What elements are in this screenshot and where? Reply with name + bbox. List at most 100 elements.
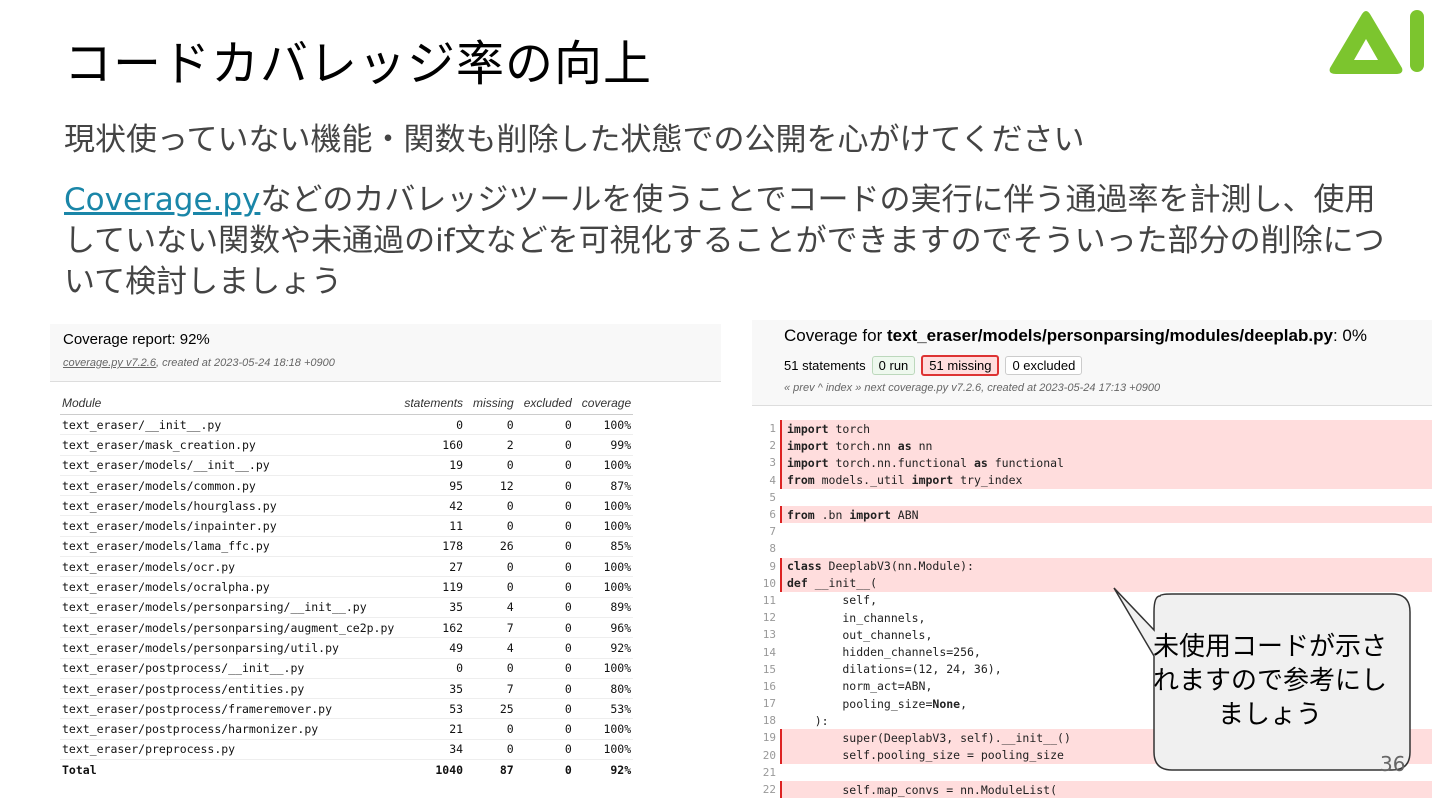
missing-toggle[interactable]: 51 missing bbox=[921, 355, 1000, 376]
cell-value: 0 bbox=[465, 495, 516, 517]
module-link[interactable]: text_eraser/models/personparsing/__init_… bbox=[60, 597, 397, 618]
module-link[interactable]: text_eraser/preprocess.py bbox=[60, 739, 397, 761]
cell-value: 92% bbox=[573, 637, 634, 659]
cell-value: 95 bbox=[396, 475, 466, 497]
source-title: Coverage for text_eraser/models/personpa… bbox=[784, 326, 1367, 346]
cell-value: 100% bbox=[573, 556, 634, 578]
table-header-row: Module statements missing excluded coverage bbox=[60, 394, 634, 415]
cell-value: 100% bbox=[573, 658, 634, 679]
line-number[interactable]: 15 bbox=[752, 663, 780, 676]
cell-value: 0 bbox=[515, 414, 574, 436]
cell-value: 0 bbox=[465, 455, 516, 476]
cell-value: 0 bbox=[465, 556, 516, 578]
line-number[interactable]: 18 bbox=[752, 714, 780, 727]
excluded-toggle[interactable]: 0 excluded bbox=[1005, 356, 1083, 375]
line-number[interactable]: 12 bbox=[752, 611, 780, 624]
module-link[interactable]: text_eraser/models/__init__.py bbox=[60, 455, 397, 476]
module-link[interactable]: text_eraser/models/ocr.py bbox=[60, 556, 397, 578]
line-number[interactable]: 10 bbox=[752, 577, 780, 590]
code-line: 3 import torch.nn.functional as functiona… bbox=[752, 454, 1432, 472]
column-header[interactable]: statements bbox=[396, 394, 466, 415]
line-number[interactable]: 8 bbox=[752, 542, 780, 555]
line-number[interactable]: 21 bbox=[752, 766, 780, 779]
cell-value: 100% bbox=[573, 455, 634, 476]
cell-value: 0 bbox=[515, 434, 574, 456]
cell-value: 0 bbox=[515, 637, 574, 659]
line-number[interactable]: 17 bbox=[752, 697, 780, 710]
total-cell: Total bbox=[62, 762, 97, 777]
cell-value: 0 bbox=[515, 536, 574, 558]
module-link[interactable]: text_eraser/models/personparsing/util.py bbox=[60, 637, 397, 659]
report-header: Coverage report: 92% coverage.py v7.2.6,… bbox=[50, 324, 721, 382]
table-row: text_eraser/models/personparsing/__init_… bbox=[60, 597, 634, 618]
module-link[interactable]: text_eraser/postprocess/frameremover.py bbox=[60, 698, 397, 720]
line-number[interactable]: 2 bbox=[752, 439, 780, 452]
module-link[interactable]: text_eraser/models/common.py bbox=[60, 475, 397, 497]
module-link[interactable]: text_eraser/models/personparsing/augment… bbox=[60, 617, 397, 639]
module-link[interactable]: text_eraser/__init__.py bbox=[60, 414, 397, 436]
table-row: text_eraser/mask_creation.py 160 2 0 99% bbox=[60, 434, 634, 456]
cell-value: 0 bbox=[515, 556, 574, 578]
cell-value: 0 bbox=[465, 718, 516, 740]
cell-value: 4 bbox=[465, 597, 516, 618]
table-row: text_eraser/__init__.py 0 0 0 100% bbox=[60, 414, 634, 436]
cell-value: 27 bbox=[396, 556, 466, 578]
column-header[interactable]: excluded bbox=[515, 394, 574, 415]
table-row: text_eraser/models/ocr.py 27 0 0 100% bbox=[60, 556, 634, 578]
module-link[interactable]: text_eraser/mask_creation.py bbox=[60, 434, 397, 456]
coverage-py-link[interactable]: Coverage.py bbox=[64, 182, 260, 218]
line-number[interactable]: 22 bbox=[752, 783, 780, 796]
code-text: self.map_convs = nn.ModuleList( bbox=[780, 780, 1432, 799]
line-number[interactable]: 9 bbox=[752, 560, 780, 573]
source-nav[interactable]: « prev ^ index » next coverage.py v7.2.6… bbox=[784, 382, 1160, 394]
line-number[interactable]: 7 bbox=[752, 525, 780, 538]
code-text: import torch.nn as nn bbox=[780, 437, 1432, 455]
cell-value: 0 bbox=[465, 515, 516, 537]
line-number[interactable]: 4 bbox=[752, 474, 780, 487]
module-link[interactable]: text_eraser/postprocess/harmonizer.py bbox=[60, 718, 397, 740]
column-header[interactable]: coverage bbox=[573, 394, 634, 415]
column-header[interactable]: Module bbox=[60, 394, 397, 415]
cell-value: 100% bbox=[573, 739, 634, 761]
cell-value: 35 bbox=[396, 678, 466, 700]
callout-text: 未使用コードが示されますので参考にしましょう bbox=[1152, 632, 1387, 730]
module-link[interactable]: text_eraser/models/hourglass.py bbox=[60, 495, 397, 517]
cell-value: 53% bbox=[573, 698, 634, 720]
code-text: from .bn import ABN bbox=[780, 505, 1432, 524]
coverage-version-link[interactable]: coverage.py v7.2.6 bbox=[63, 357, 156, 369]
line-number[interactable]: 5 bbox=[752, 491, 780, 504]
cell-value: 19 bbox=[396, 455, 466, 476]
line-number[interactable]: 19 bbox=[752, 731, 780, 744]
module-link[interactable]: text_eraser/models/lama_ffc.py bbox=[60, 536, 397, 558]
logo-triangle bbox=[1329, 11, 1403, 74]
module-link[interactable]: text_eraser/postprocess/__init__.py bbox=[60, 658, 397, 679]
coverage-table: Module statements missing excluded coverage … bbox=[60, 394, 634, 779]
source-file-name: text_eraser/models/personparsing/modules… bbox=[887, 326, 1333, 345]
module-link[interactable]: text_eraser/models/ocralpha.py bbox=[60, 576, 397, 598]
cell-value: 178 bbox=[396, 536, 466, 558]
module-link[interactable]: text_eraser/models/inpainter.py bbox=[60, 515, 397, 537]
line-number[interactable]: 1 bbox=[752, 422, 780, 435]
code-text: import torch.nn.functional as functional bbox=[780, 454, 1432, 472]
slide-title: コードカバレッジ率の向上 bbox=[64, 36, 653, 92]
column-header[interactable]: missing bbox=[465, 394, 516, 415]
line-number[interactable]: 13 bbox=[752, 628, 780, 641]
source-stats: 51 statements 0 run 51 missing 0 exclude… bbox=[784, 355, 1083, 376]
cell-value: 53 bbox=[396, 698, 466, 720]
run-toggle[interactable]: 0 run bbox=[871, 356, 916, 375]
cell-value: 162 bbox=[396, 617, 466, 639]
cell-value: 0 bbox=[515, 455, 574, 476]
line-number[interactable]: 11 bbox=[752, 594, 780, 607]
cell-value: 0 bbox=[465, 739, 516, 761]
cell-value: 96% bbox=[573, 617, 634, 639]
line-number[interactable]: 16 bbox=[752, 680, 780, 693]
table-row: text_eraser/models/lama_ffc.py 178 26 0 85% bbox=[60, 536, 634, 558]
code-line: 7 bbox=[752, 523, 1432, 540]
module-link[interactable]: text_eraser/postprocess/entities.py bbox=[60, 678, 397, 700]
line-number[interactable]: 6 bbox=[752, 508, 780, 521]
line-number[interactable]: 3 bbox=[752, 456, 780, 469]
line-number[interactable]: 14 bbox=[752, 646, 780, 659]
total-cell: 1040 bbox=[435, 762, 464, 777]
line-number[interactable]: 20 bbox=[752, 749, 780, 762]
